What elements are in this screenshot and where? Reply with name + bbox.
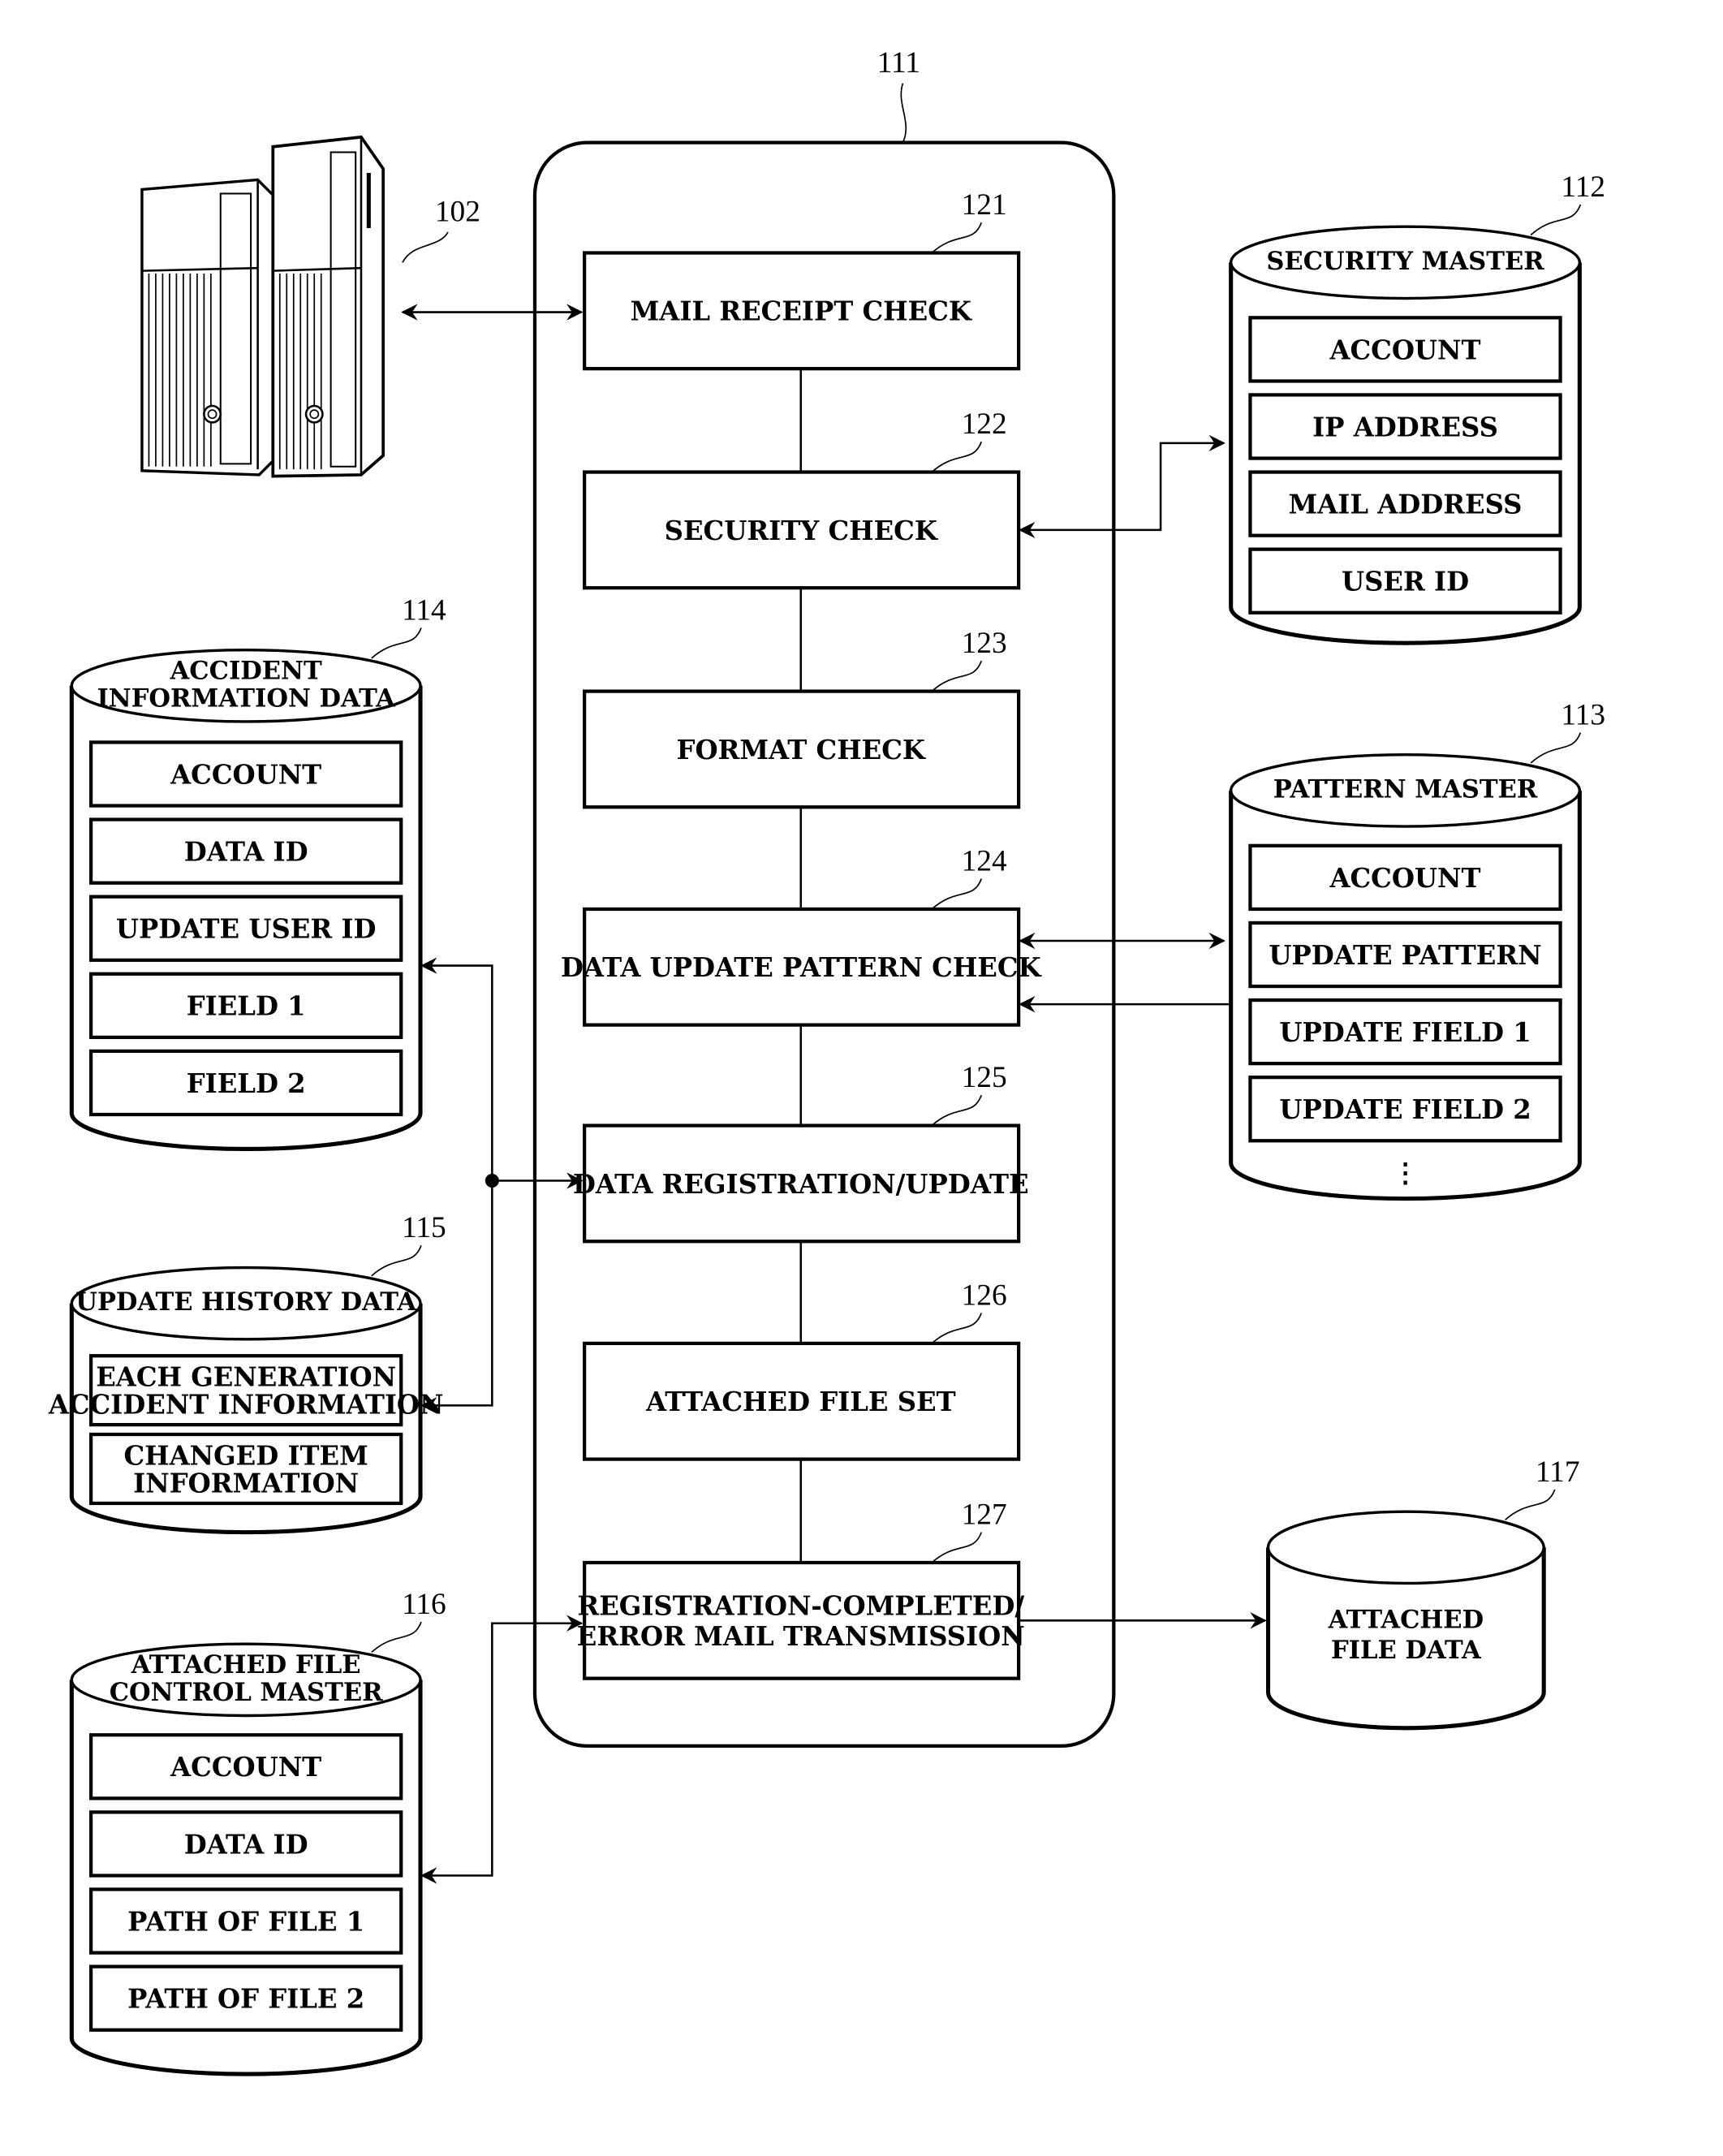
field-label: UPDATE FIELD 1: [1279, 1017, 1531, 1048]
leader-111: [900, 83, 907, 143]
step-label: DATA UPDATE PATTERN CHECK: [561, 952, 1043, 983]
field-label: PATH OF FILE 2: [127, 1984, 364, 2015]
leader-line: [371, 627, 422, 659]
arrow-to-accident-data: [420, 957, 493, 1181]
ref-115: 115: [402, 1211, 446, 1244]
field-label: USER ID: [1342, 567, 1469, 597]
field-label: FIELD 1: [187, 991, 306, 1022]
database-pattern-master: 113 PATTERN MASTER ACCOUNT UPDATE PATTERN UP…: [1229, 698, 1605, 1201]
leader-line: [931, 1094, 983, 1127]
database-attached-file-control-master: 116 ATTACHED FILECONTROL MASTER ACCOUNT DAT…: [69, 1588, 446, 2076]
step-box-121: MAIL RECEIPT CHECK 121: [582, 188, 1021, 371]
database-attached-file-data: 117 ATTACHEDFILE DATA: [1265, 1455, 1580, 1731]
field-label: ACCOUNT: [1329, 863, 1480, 894]
step-label: SECURITY CHECK: [665, 515, 939, 546]
field-label: UPDATE PATTERN: [1269, 940, 1541, 971]
ref-102: 102: [435, 195, 480, 228]
field-label: DATA ID: [184, 1829, 308, 1860]
database-security-master: 112 SECURITY MASTER ACCOUNT IP ADDRESS MAIL …: [1229, 170, 1605, 645]
step-label: REGISTRATION-COMPLETED/: [577, 1591, 1024, 1622]
system-block-diagram: 102 111 MAIL RECEIPT CHECK 121 SECURITY CH…: [48, 46, 1605, 2076]
ref-111: 111: [877, 46, 920, 80]
ref-123: 123: [962, 627, 1007, 660]
database-title: INFORMATION DATA: [97, 683, 396, 713]
database-body-label: ATTACHED: [1328, 1606, 1484, 1635]
continuation-ellipsis: ⋮: [1392, 1158, 1418, 1188]
ref-112: 112: [1561, 170, 1605, 204]
leader-line: [1530, 732, 1582, 764]
field-label: IP ADDRESS: [1312, 412, 1498, 442]
ref-121: 121: [962, 188, 1007, 222]
field-label: UPDATE FIELD 2: [1279, 1094, 1531, 1125]
database-title: ACCIDENT: [170, 656, 322, 685]
leader-line: [371, 1621, 422, 1654]
database-title: PATTERN MASTER: [1273, 774, 1538, 804]
step-label: ERROR MAIL TRANSMISSION: [577, 1621, 1025, 1652]
leader-line: [931, 222, 983, 254]
field-label: DATA ID: [184, 837, 308, 868]
cylinder-top: [1266, 1510, 1545, 1585]
ref-124: 124: [962, 844, 1007, 877]
leader-line: [371, 1245, 422, 1277]
field-label: MAIL ADDRESS: [1289, 489, 1523, 520]
field-label: EACH GENERATION: [96, 1362, 396, 1393]
field-label: PATH OF FILE 1: [127, 1906, 364, 1937]
ref-122: 122: [962, 407, 1007, 441]
field-label: CHANGED ITEM: [124, 1440, 368, 1471]
arrow-file-master-transmission: [420, 1615, 584, 1884]
leader-102: [402, 231, 449, 263]
ref-117: 117: [1536, 1455, 1580, 1489]
leader-line: [1505, 1489, 1556, 1520]
step-label: FORMAT CHECK: [677, 735, 927, 765]
database-update-history-data: 115 UPDATE HISTORY DATA EACH GENERATIONACC…: [48, 1211, 446, 1535]
field-label: FIELD 2: [187, 1068, 306, 1099]
field-label: ACCOUNT: [170, 1752, 321, 1783]
leader-line: [931, 1532, 983, 1563]
ref-126: 126: [962, 1279, 1007, 1312]
field-label: ACCOUNT: [170, 759, 321, 790]
leader-line: [931, 1313, 983, 1344]
ref-127: 127: [962, 1498, 1007, 1531]
ref-114: 114: [402, 593, 446, 627]
database-title: ATTACHED FILE: [131, 1650, 361, 1680]
database-body-label: FILE DATA: [1331, 1636, 1482, 1665]
database-accident-information-data: 114 ACCIDENTINFORMATION DATA ACCOUNT DATA I…: [69, 593, 446, 1152]
step-label: MAIL RECEIPT CHECK: [631, 296, 973, 327]
step-label: DATA REGISTRATION/UPDATE: [573, 1169, 1029, 1200]
database-title: CONTROL MASTER: [110, 1678, 383, 1707]
ref-113: 113: [1561, 698, 1605, 731]
field-label: INFORMATION: [133, 1468, 359, 1498]
database-title: SECURITY MASTER: [1266, 247, 1544, 276]
server-towers-icon: [140, 135, 386, 478]
field-label: ACCOUNT: [1329, 334, 1480, 365]
junction-dot: [485, 1174, 499, 1188]
database-title: UPDATE HISTORY DATA: [75, 1287, 417, 1317]
ref-116: 116: [402, 1588, 446, 1621]
leader-line: [931, 660, 983, 692]
leader-line: [931, 441, 983, 473]
leader-line: [1530, 204, 1582, 236]
field-label: ACCIDENT INFORMATION: [48, 1390, 444, 1421]
arrow-security-check-master: [1019, 434, 1225, 539]
leader-line: [931, 878, 983, 910]
field-label: UPDATE USER ID: [116, 914, 376, 945]
step-label: ATTACHED FILE SET: [645, 1386, 956, 1417]
ref-125: 125: [962, 1061, 1007, 1094]
